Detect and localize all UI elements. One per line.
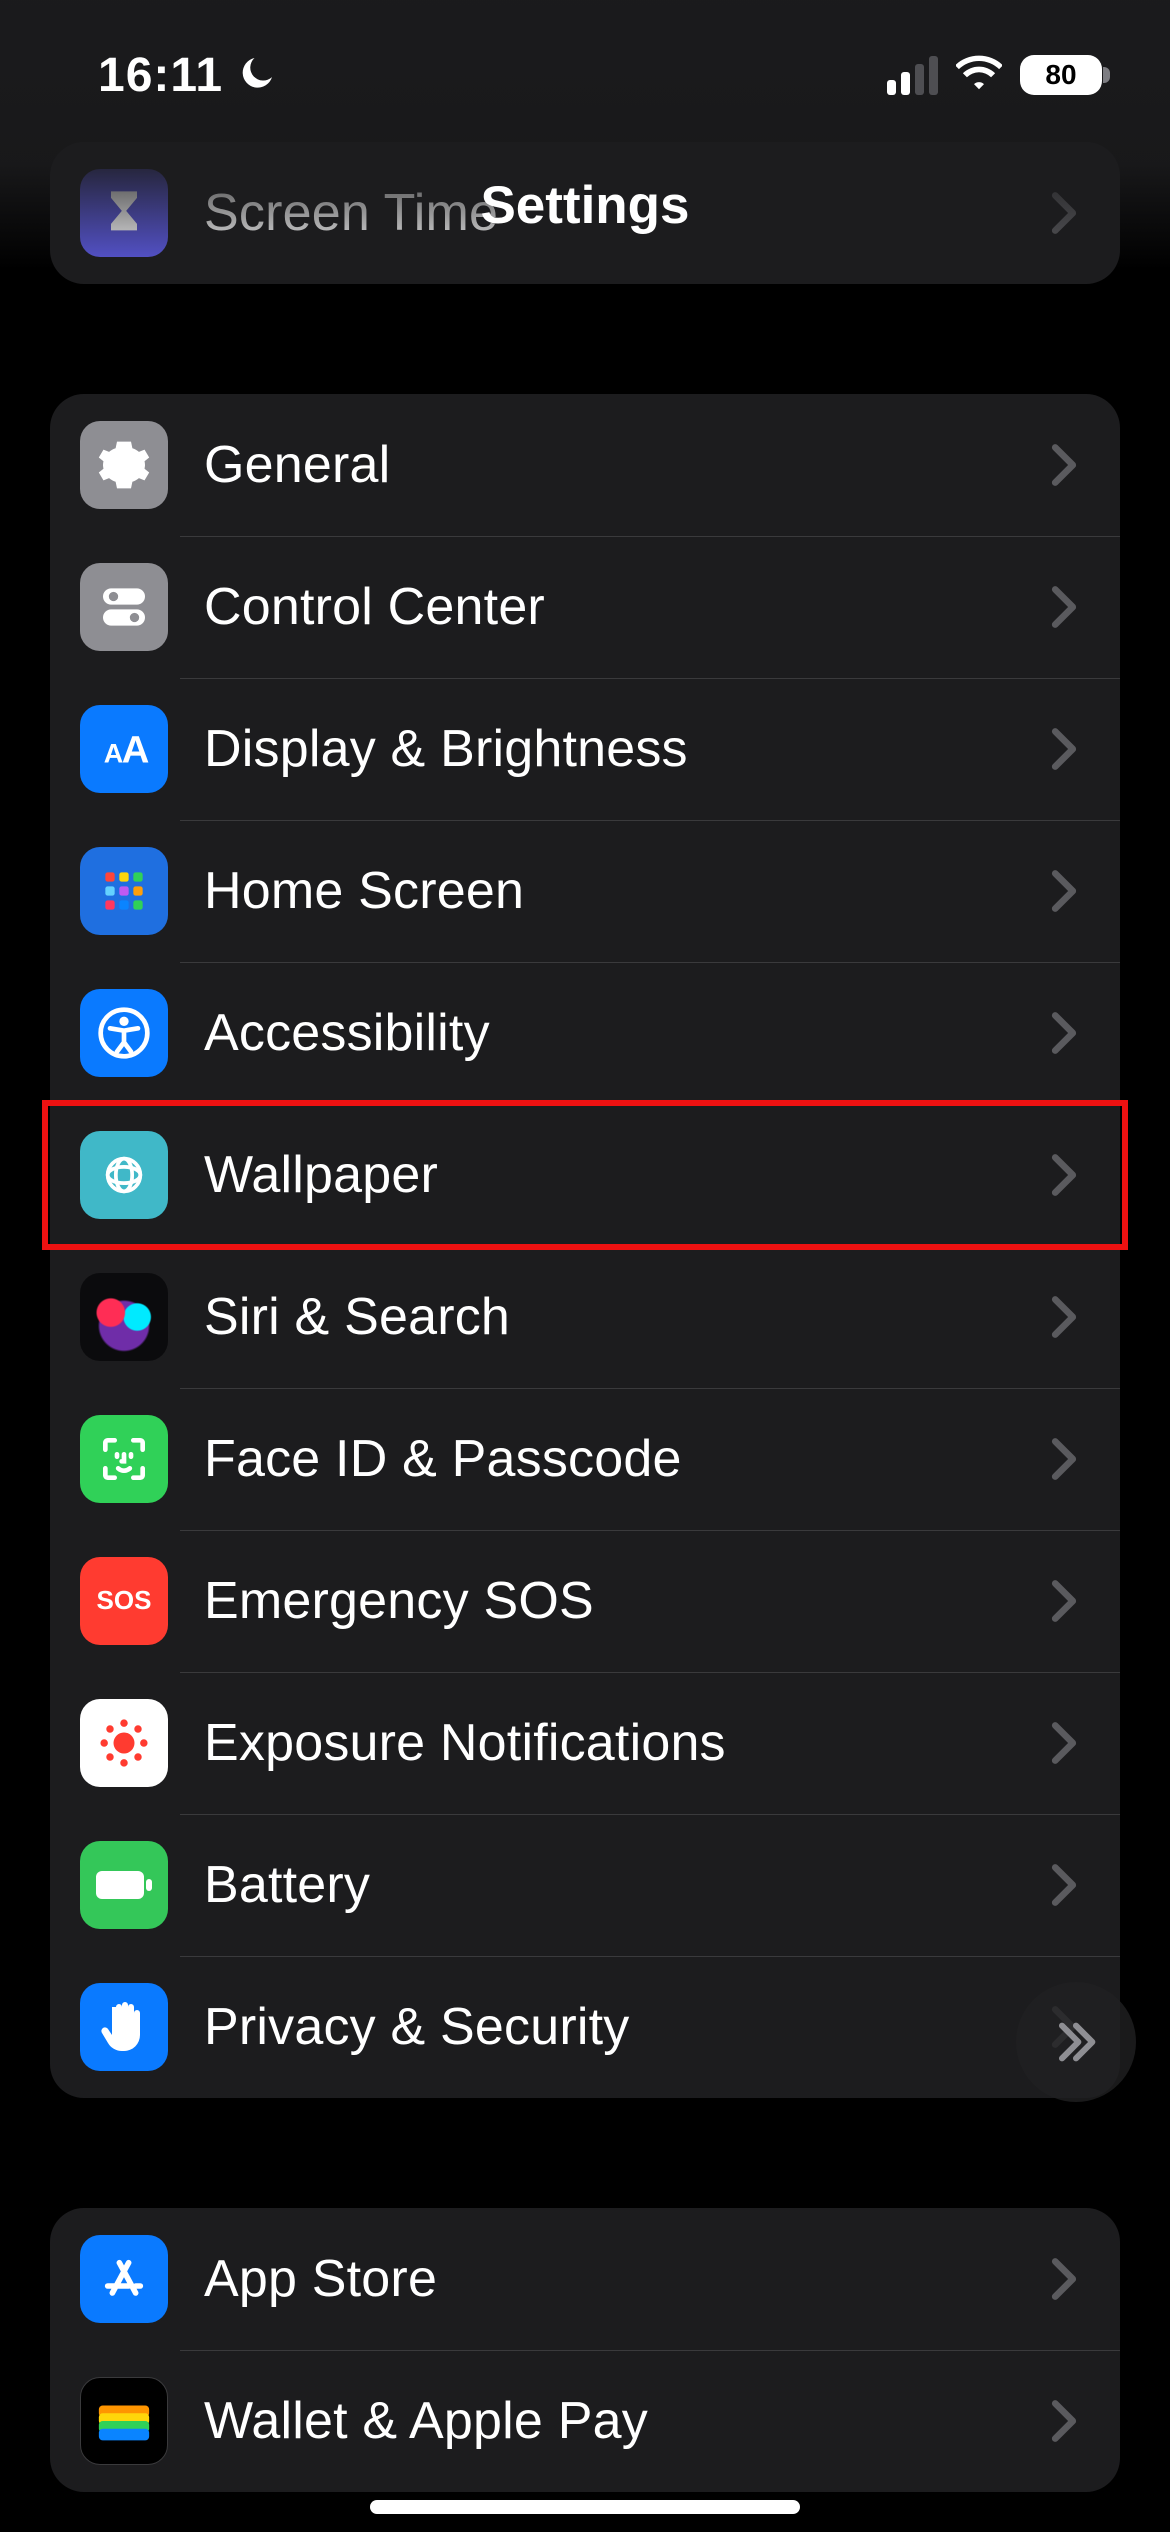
row-label: Accessibility [204,1003,490,1063]
row-wallpaper[interactable]: Wallpaper [50,1104,1120,1246]
toggles-icon [80,563,168,651]
settings-group-3: App Store Wallet & Apple Pay [50,2208,1120,2492]
row-battery[interactable]: Battery [50,1814,1120,1956]
row-label: Home Screen [204,861,524,921]
row-label: General [204,435,390,495]
row-label: App Store [204,2249,437,2309]
status-right: 80 [887,55,1102,96]
row-control-center[interactable]: Control Center [50,536,1120,678]
sos-icon: SOS [80,1557,168,1645]
home-screen-icon [80,847,168,935]
row-label: Siri & Search [204,1287,510,1347]
chevron-right-icon [1050,2399,1078,2443]
row-label: Exposure Notifications [204,1713,726,1773]
row-exposure-notifications[interactable]: Exposure Notifications [50,1672,1120,1814]
chevron-right-icon [1050,1579,1078,1623]
row-wallet-apple-pay[interactable]: Wallet & Apple Pay [50,2350,1120,2492]
status-bar: 16:11 80 [0,0,1170,150]
chevron-right-icon [1050,727,1078,771]
svg-text:SOS: SOS [97,1585,152,1615]
hand-icon [80,1983,168,2071]
chevron-right-icon [1050,1153,1078,1197]
chevron-right-icon [1050,2257,1078,2301]
cellular-icon [887,56,938,95]
status-left: 16:11 [98,48,277,103]
row-face-id[interactable]: Face ID & Passcode [50,1388,1120,1530]
status-time: 16:11 [98,48,223,103]
exposure-icon [80,1699,168,1787]
text-size-icon: AA [80,705,168,793]
wifi-icon [956,55,1002,96]
chevron-right-icon [1050,869,1078,913]
page-title: Settings [480,175,689,236]
chevron-right-icon [1050,1721,1078,1765]
row-display-brightness[interactable]: AA Display & Brightness [50,678,1120,820]
app-store-icon [80,2235,168,2323]
nav-bar: Settings [0,150,1170,260]
chevron-right-icon [1050,1863,1078,1907]
svg-text:A: A [122,729,150,772]
battery-level: 80 [1045,59,1076,91]
row-label: Wallpaper [204,1145,438,1205]
row-label: Emergency SOS [204,1571,594,1631]
wallpaper-icon [80,1131,168,1219]
accessibility-icon [80,989,168,1077]
settings-scroll[interactable]: Screen Time General [0,0,1170,2532]
row-accessibility[interactable]: Accessibility [50,962,1120,1104]
face-id-icon [80,1415,168,1503]
chevron-right-icon [1050,443,1078,487]
row-siri-search[interactable]: Siri & Search [50,1246,1120,1388]
svg-text:A: A [104,739,124,769]
row-label: Display & Brightness [204,719,688,779]
home-indicator [370,2500,800,2514]
chevron-right-icon [1050,1295,1078,1339]
scroll-fab[interactable] [1016,1982,1136,2102]
row-privacy-security[interactable]: Privacy & Security [50,1956,1120,2098]
row-label: Face ID & Passcode [204,1429,682,1489]
row-app-store[interactable]: App Store [50,2208,1120,2350]
row-label: Wallet & Apple Pay [204,2391,648,2451]
row-emergency-sos[interactable]: SOS Emergency SOS [50,1530,1120,1672]
row-label: Battery [204,1855,370,1915]
chevron-right-icon [1050,585,1078,629]
row-label: Privacy & Security [204,1997,630,2057]
row-label: Control Center [204,577,545,637]
wallet-icon [80,2377,168,2465]
screen: Screen Time General [0,0,1170,2532]
siri-icon [80,1273,168,1361]
settings-group-2: General Control Center [50,394,1120,2098]
gear-icon [80,421,168,509]
battery-indicator: 80 [1020,55,1102,95]
chevron-right-icon [1050,1011,1078,1055]
settings-content: Screen Time General [0,142,1170,2492]
moon-icon [237,53,277,98]
row-home-screen[interactable]: Home Screen [50,820,1120,962]
battery-icon [80,1841,168,1929]
chevron-right-icon [1050,1437,1078,1481]
row-general[interactable]: General [50,394,1120,536]
